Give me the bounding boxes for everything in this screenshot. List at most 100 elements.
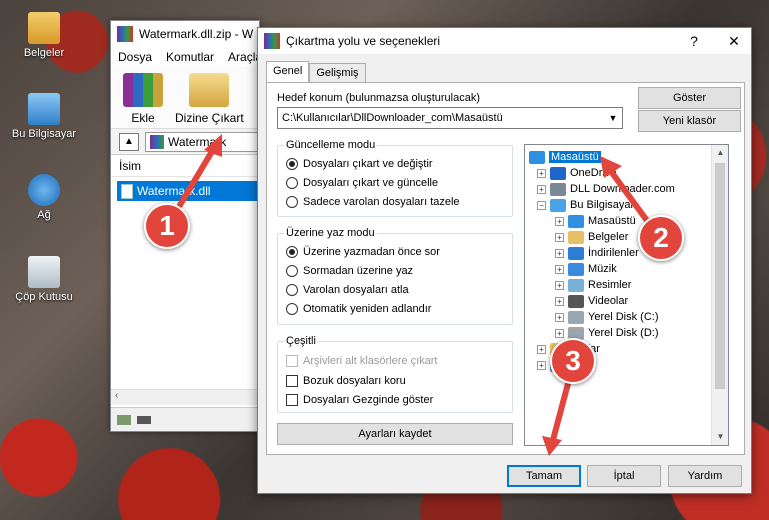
ok-button[interactable]: Tamam (507, 465, 581, 487)
tree-item[interactable]: + Yerel Disk (C:) (555, 309, 659, 325)
overwrite-mode-title: Üzerine yaz modu (284, 227, 377, 239)
up-folder-button[interactable]: ▲ (119, 132, 139, 151)
checkbox[interactable] (286, 394, 298, 406)
step-callout-2: 2 (638, 215, 684, 261)
desktop-icon-network[interactable]: Ağ (4, 174, 84, 221)
key-status-icon (137, 415, 151, 424)
radio-button[interactable] (286, 265, 298, 277)
archive-path-field[interactable]: Watermark (145, 131, 259, 152)
file-list-item[interactable]: Watermark.dll (117, 181, 257, 201)
expand-toggle-icon[interactable]: + (555, 248, 564, 258)
overwrite-mode-group: Üzerine yaz modu Üzerine yazmadan önce s… (277, 227, 513, 325)
expand-toggle-icon[interactable]: + (555, 296, 564, 306)
radio-button[interactable] (286, 303, 298, 315)
save-settings-button[interactable]: Ayarları kaydet (277, 423, 513, 445)
new-folder-button[interactable]: Yeni klasör (638, 110, 741, 132)
step-callout-1: 1 (144, 203, 190, 249)
expand-toggle-icon[interactable]: + (537, 168, 546, 178)
expand-toggle-icon[interactable]: + (555, 232, 564, 242)
expand-toggle-icon[interactable]: + (555, 264, 564, 274)
scroll-thumb[interactable] (715, 163, 725, 389)
expand-toggle-icon[interactable]: + (555, 280, 564, 290)
desktop-icon-label: Belgeler (23, 47, 65, 59)
tree-item[interactable]: + Belgeler (555, 229, 628, 245)
column-header-name[interactable]: İsim (111, 155, 259, 177)
tree-item[interactable]: + DLL Downloader.com (537, 181, 675, 197)
horizontal-scrollbar[interactable]: ‹ (111, 389, 259, 405)
tree-item[interactable]: + Masaüstü (555, 213, 636, 229)
radio-skip-existing[interactable]: Varolan dosyaları atla (286, 284, 409, 296)
winrar-menubar: Dosya Komutlar Araçla (111, 47, 262, 67)
radio-freshen-existing[interactable]: Sadece varolan dosyaları tazele (286, 196, 460, 208)
tree-item-label: Masaüstü (549, 151, 601, 163)
checkbox (286, 355, 298, 367)
tree-item[interactable]: + Resimler (555, 277, 631, 293)
extract-folder-icon (189, 73, 230, 107)
tab-advanced[interactable]: Gelişmiş (309, 63, 366, 82)
expand-toggle-icon[interactable]: − (537, 200, 546, 210)
radio-button[interactable] (286, 177, 298, 189)
desktop-icon-documents[interactable]: Belgeler (4, 12, 84, 59)
expand-toggle-icon[interactable]: + (537, 360, 546, 370)
help-button[interactable]: Yardım (668, 465, 742, 487)
network-icon (28, 174, 60, 206)
radio-label: Sadece varolan dosyaları tazele (303, 196, 460, 208)
expand-toggle-icon[interactable]: + (537, 184, 546, 194)
tree-item-label: İndirilenler (588, 247, 639, 259)
desktop-icon (529, 150, 545, 164)
expand-toggle-icon[interactable]: + (537, 344, 546, 354)
archive-icon (150, 134, 164, 149)
radio-button[interactable] (286, 284, 298, 296)
radio-button[interactable] (286, 196, 298, 208)
checkbox-keep-broken[interactable]: Bozuk dosyaları koru (286, 375, 406, 387)
winrar-statusbar (111, 407, 259, 431)
folder-tree[interactable]: ▲ ▼ Masaüstü + OneDrive + DLL Downloader.com… (524, 144, 729, 446)
tree-item[interactable]: − Bu Bilgisayar (537, 197, 634, 213)
radio-label: Sormadan üzerine yaz (303, 265, 414, 277)
desktop-icon-this-pc[interactable]: Bu Bilgisayar (4, 93, 84, 140)
computer-icon (550, 198, 566, 212)
radio-overwrite-without-prompt[interactable]: Sormadan üzerine yaz (286, 265, 413, 277)
radio-auto-rename[interactable]: Otomatik yeniden adlandır (286, 303, 431, 315)
radio-label: Dosyaları çıkart ve güncelle (303, 177, 439, 189)
user-icon (550, 182, 566, 196)
tree-item[interactable]: + Videolar (555, 293, 628, 309)
checkbox-label: Bozuk dosyaları koru (303, 375, 406, 387)
menu-file[interactable]: Dosya (118, 50, 152, 64)
show-button[interactable]: Göster (638, 87, 741, 109)
folder-documents-icon (28, 12, 60, 44)
winrar-titlebar[interactable]: Watermark.dll.zip - W (111, 21, 259, 47)
tree-item[interactable]: + İndirilenler (555, 245, 639, 261)
radio-extract-update[interactable]: Dosyaları çıkart ve güncelle (286, 177, 438, 189)
add-archive-icon (123, 73, 163, 107)
desktop-icon-label: Ağ (37, 209, 51, 221)
menu-commands[interactable]: Komutlar (166, 50, 214, 64)
desktop-icon-recycle-bin[interactable]: Çöp Kutusu (4, 256, 84, 303)
tree-vertical-scrollbar[interactable]: ▲ ▼ (711, 145, 728, 445)
scroll-up-icon[interactable]: ▲ (712, 145, 728, 161)
help-title-button[interactable]: ? (677, 28, 711, 54)
radio-ask-before-overwrite[interactable]: Üzerine yazmadan önce sor (286, 246, 440, 258)
winrar-pathbar: ▲ Watermark (111, 129, 259, 155)
add-button[interactable]: Ekle (123, 73, 163, 128)
extract-to-button[interactable]: Dizine Çıkart (175, 73, 244, 128)
radio-extract-replace[interactable]: Dosyaları çıkart ve değiştir (286, 158, 433, 170)
scroll-down-icon[interactable]: ▼ (712, 429, 728, 445)
close-button[interactable]: ✕ (717, 28, 751, 54)
radio-button[interactable] (286, 246, 298, 258)
tree-item[interactable]: + Müzik (555, 261, 617, 277)
tab-general[interactable]: Genel (266, 61, 310, 82)
videos-icon (568, 294, 584, 308)
tree-item[interactable]: + OneDrive (537, 165, 616, 181)
cancel-button[interactable]: İptal (587, 465, 661, 487)
dialog-titlebar[interactable]: Çıkartma yolu ve seçenekleri ? ✕ (258, 28, 751, 54)
expand-toggle-icon[interactable]: + (555, 216, 564, 226)
checkbox[interactable] (286, 375, 298, 387)
radio-button[interactable] (286, 158, 298, 170)
expand-toggle-icon[interactable]: + (555, 312, 564, 322)
checkbox-show-in-explorer[interactable]: Dosyaları Gezginde göster (286, 394, 433, 406)
expand-toggle-icon[interactable]: + (555, 328, 564, 338)
tree-item[interactable]: Masaüstü (529, 149, 601, 165)
target-path-combobox[interactable]: C:\Kullanıcılar\DllDownloader_com\Masaüs… (277, 107, 623, 129)
chevron-down-icon[interactable]: ▼ (604, 108, 622, 128)
